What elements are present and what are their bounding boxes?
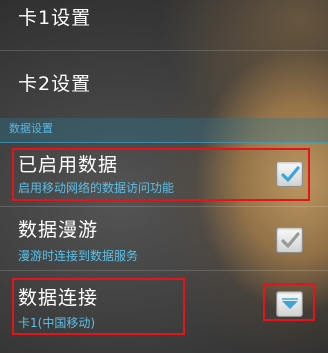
sim1-settings-label: 卡1设置 (18, 7, 92, 29)
checkmark-icon (281, 232, 300, 248)
highlight-box-connection-dropdown (263, 283, 315, 321)
data-roaming-summary: 漫游时连接到数据服务 (18, 249, 139, 263)
data-roaming-checkbox[interactable] (276, 227, 303, 253)
section-header-label: 数据设置 (9, 122, 53, 135)
data-settings-section-header: 数据设置 (0, 118, 328, 143)
data-roaming-item[interactable]: 数据漫游 漫游时连接到数据服务 (0, 207, 328, 269)
settings-list: 卡1设置 卡2设置 数据设置 已启用数据 启用移动网络的数据访问功能 数据漫游 … (0, 0, 328, 353)
sim1-settings-item[interactable]: 卡1设置 (0, 0, 328, 36)
sim2-settings-item[interactable]: 卡2设置 (0, 51, 328, 117)
data-roaming-title: 数据漫游 (18, 219, 99, 241)
highlight-box-data-connection (12, 278, 185, 335)
sim2-settings-label: 卡2设置 (18, 73, 92, 95)
highlight-box-data-enabled (12, 148, 310, 201)
